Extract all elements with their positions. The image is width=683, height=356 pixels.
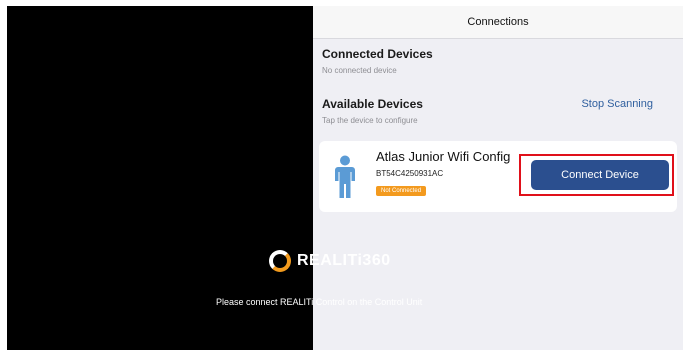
person-icon: [335, 155, 355, 198]
available-devices-hint: Tap the device to configure: [322, 116, 418, 125]
panel-title: Connections: [467, 16, 529, 28]
device-name: Atlas Junior Wifi Config: [376, 149, 511, 164]
status-badge: Not Connected: [376, 186, 427, 196]
connected-devices-empty-text: No connected device: [322, 66, 397, 75]
connect-prompt: Please connect REALITi Control on the Co…: [216, 297, 423, 307]
screen: Connections Connected Devices No connect…: [0, 0, 683, 356]
connected-devices-heading: Connected Devices: [322, 47, 433, 61]
device-id: BT54C4250931AC: [376, 169, 444, 178]
realiti-logo-icon: [269, 250, 291, 272]
brand-name: REALITi360: [297, 252, 391, 269]
nav-bar: Connections: [313, 6, 683, 39]
stop-scanning-button[interactable]: Stop Scanning: [581, 98, 653, 110]
connect-device-button[interactable]: Connect Device: [531, 160, 669, 190]
available-devices-heading: Available Devices: [322, 97, 423, 111]
brand-logo: REALITi360: [269, 250, 391, 272]
